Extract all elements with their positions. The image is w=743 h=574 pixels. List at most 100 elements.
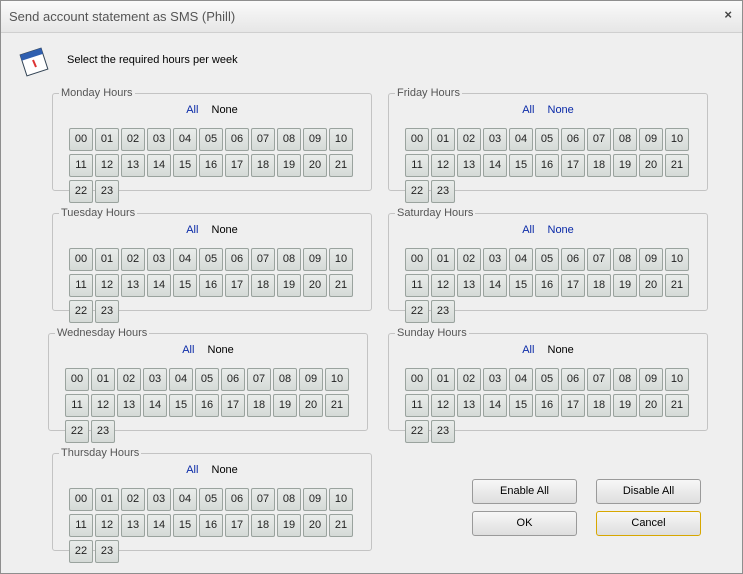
hour-toggle-08[interactable]: 08 — [277, 488, 301, 511]
hour-toggle-15[interactable]: 15 — [173, 274, 197, 297]
hour-toggle-17[interactable]: 17 — [225, 274, 249, 297]
select-none-link[interactable]: None — [548, 224, 574, 236]
hour-toggle-08[interactable]: 08 — [613, 248, 637, 271]
hour-toggle-18[interactable]: 18 — [587, 274, 611, 297]
hour-toggle-07[interactable]: 07 — [251, 248, 275, 271]
hour-toggle-09[interactable]: 09 — [639, 128, 663, 151]
hour-toggle-23[interactable]: 23 — [431, 180, 455, 203]
disable-all-button[interactable]: Disable All — [596, 479, 701, 504]
select-all-link[interactable]: All — [522, 224, 534, 236]
hour-toggle-17[interactable]: 17 — [561, 274, 585, 297]
hour-toggle-23[interactable]: 23 — [431, 420, 455, 443]
hour-toggle-04[interactable]: 04 — [173, 128, 197, 151]
select-none-link[interactable]: None — [212, 224, 238, 236]
hour-toggle-02[interactable]: 02 — [121, 488, 145, 511]
hour-toggle-03[interactable]: 03 — [147, 488, 171, 511]
hour-toggle-01[interactable]: 01 — [431, 368, 455, 391]
hour-toggle-19[interactable]: 19 — [613, 154, 637, 177]
hour-toggle-03[interactable]: 03 — [147, 248, 171, 271]
hour-toggle-09[interactable]: 09 — [639, 248, 663, 271]
select-all-link[interactable]: All — [186, 104, 198, 116]
hour-toggle-18[interactable]: 18 — [251, 274, 275, 297]
select-all-link[interactable]: All — [186, 464, 198, 476]
hour-toggle-03[interactable]: 03 — [483, 368, 507, 391]
cancel-button[interactable]: Cancel — [596, 511, 701, 536]
hour-toggle-00[interactable]: 00 — [69, 248, 93, 271]
hour-toggle-11[interactable]: 11 — [405, 274, 429, 297]
hour-toggle-19[interactable]: 19 — [277, 274, 301, 297]
hour-toggle-01[interactable]: 01 — [95, 488, 119, 511]
hour-toggle-21[interactable]: 21 — [329, 274, 353, 297]
hour-toggle-08[interactable]: 08 — [613, 368, 637, 391]
hour-toggle-19[interactable]: 19 — [613, 274, 637, 297]
hour-toggle-00[interactable]: 00 — [65, 368, 89, 391]
hour-toggle-00[interactable]: 00 — [405, 248, 429, 271]
hour-toggle-23[interactable]: 23 — [91, 420, 115, 443]
hour-toggle-16[interactable]: 16 — [199, 154, 223, 177]
hour-toggle-02[interactable]: 02 — [117, 368, 141, 391]
hour-toggle-05[interactable]: 05 — [535, 248, 559, 271]
hour-toggle-23[interactable]: 23 — [95, 300, 119, 323]
hour-toggle-16[interactable]: 16 — [535, 394, 559, 417]
hour-toggle-07[interactable]: 07 — [587, 368, 611, 391]
hour-toggle-05[interactable]: 05 — [195, 368, 219, 391]
hour-toggle-23[interactable]: 23 — [431, 300, 455, 323]
hour-toggle-23[interactable]: 23 — [95, 180, 119, 203]
hour-toggle-17[interactable]: 17 — [225, 514, 249, 537]
hour-toggle-01[interactable]: 01 — [431, 128, 455, 151]
hour-toggle-20[interactable]: 20 — [299, 394, 323, 417]
hour-toggle-14[interactable]: 14 — [483, 274, 507, 297]
hour-toggle-02[interactable]: 02 — [457, 128, 481, 151]
hour-toggle-11[interactable]: 11 — [69, 514, 93, 537]
hour-toggle-13[interactable]: 13 — [121, 274, 145, 297]
hour-toggle-22[interactable]: 22 — [69, 300, 93, 323]
hour-toggle-13[interactable]: 13 — [457, 274, 481, 297]
hour-toggle-09[interactable]: 09 — [303, 128, 327, 151]
hour-toggle-20[interactable]: 20 — [639, 154, 663, 177]
select-none-link[interactable]: None — [212, 464, 238, 476]
hour-toggle-12[interactable]: 12 — [431, 154, 455, 177]
hour-toggle-01[interactable]: 01 — [431, 248, 455, 271]
hour-toggle-13[interactable]: 13 — [457, 394, 481, 417]
hour-toggle-12[interactable]: 12 — [431, 274, 455, 297]
hour-toggle-21[interactable]: 21 — [665, 394, 689, 417]
hour-toggle-08[interactable]: 08 — [277, 128, 301, 151]
hour-toggle-10[interactable]: 10 — [665, 368, 689, 391]
hour-toggle-15[interactable]: 15 — [509, 154, 533, 177]
hour-toggle-18[interactable]: 18 — [247, 394, 271, 417]
hour-toggle-13[interactable]: 13 — [117, 394, 141, 417]
hour-toggle-15[interactable]: 15 — [173, 514, 197, 537]
hour-toggle-16[interactable]: 16 — [535, 154, 559, 177]
hour-toggle-07[interactable]: 07 — [587, 248, 611, 271]
hour-toggle-07[interactable]: 07 — [587, 128, 611, 151]
hour-toggle-00[interactable]: 00 — [405, 128, 429, 151]
hour-toggle-11[interactable]: 11 — [69, 274, 93, 297]
select-none-link[interactable]: None — [548, 104, 574, 116]
hour-toggle-05[interactable]: 05 — [199, 248, 223, 271]
hour-toggle-03[interactable]: 03 — [147, 128, 171, 151]
hour-toggle-21[interactable]: 21 — [665, 274, 689, 297]
hour-toggle-22[interactable]: 22 — [405, 180, 429, 203]
hour-toggle-13[interactable]: 13 — [457, 154, 481, 177]
hour-toggle-04[interactable]: 04 — [509, 248, 533, 271]
hour-toggle-08[interactable]: 08 — [613, 128, 637, 151]
hour-toggle-11[interactable]: 11 — [65, 394, 89, 417]
hour-toggle-17[interactable]: 17 — [561, 394, 585, 417]
hour-toggle-19[interactable]: 19 — [277, 514, 301, 537]
hour-toggle-12[interactable]: 12 — [95, 274, 119, 297]
hour-toggle-14[interactable]: 14 — [147, 274, 171, 297]
hour-toggle-14[interactable]: 14 — [147, 514, 171, 537]
hour-toggle-10[interactable]: 10 — [665, 128, 689, 151]
hour-toggle-19[interactable]: 19 — [277, 154, 301, 177]
enable-all-button[interactable]: Enable All — [472, 479, 577, 504]
hour-toggle-15[interactable]: 15 — [509, 274, 533, 297]
hour-toggle-17[interactable]: 17 — [221, 394, 245, 417]
hour-toggle-09[interactable]: 09 — [639, 368, 663, 391]
hour-toggle-03[interactable]: 03 — [143, 368, 167, 391]
hour-toggle-11[interactable]: 11 — [405, 394, 429, 417]
select-none-link[interactable]: None — [212, 104, 238, 116]
hour-toggle-15[interactable]: 15 — [509, 394, 533, 417]
hour-toggle-16[interactable]: 16 — [199, 274, 223, 297]
hour-toggle-07[interactable]: 07 — [247, 368, 271, 391]
hour-toggle-04[interactable]: 04 — [169, 368, 193, 391]
